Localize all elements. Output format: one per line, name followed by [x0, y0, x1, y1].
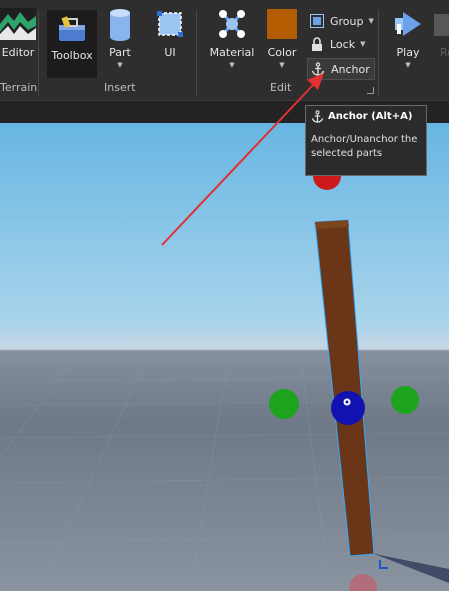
lock-button[interactable]: Lock ▼	[310, 37, 365, 51]
lock-icon	[310, 37, 324, 51]
scene	[0, 162, 449, 591]
tooltip: Anchor (Alt+A) Anchor/Unanchor the selec…	[305, 105, 427, 176]
chevron-down-icon[interactable]: ▼	[229, 61, 234, 69]
terrain-editor-label: Editor	[1, 46, 35, 59]
chevron-down-icon[interactable]: ▼	[279, 61, 284, 69]
tooltip-title: Anchor (Alt+A)	[328, 111, 413, 122]
chevron-down-icon[interactable]: ▼	[360, 40, 365, 48]
play-icon	[393, 8, 423, 40]
ui-label: UI	[164, 46, 176, 59]
resume-label: Re	[440, 46, 449, 59]
selected-part[interactable]	[314, 219, 375, 557]
ui-button[interactable]: UI	[154, 8, 186, 59]
chevron-down-icon[interactable]: ▼	[117, 61, 122, 69]
move-handle-red[interactable]	[349, 574, 377, 591]
separator	[378, 10, 379, 96]
group-icon	[310, 14, 324, 28]
color-button[interactable]: Color ▼	[265, 8, 299, 69]
group-label-edit: Edit	[270, 81, 292, 94]
chevron-down-icon[interactable]: ▼	[405, 61, 410, 69]
move-handle-green[interactable]	[269, 389, 299, 419]
part-button[interactable]: Part ▼	[103, 8, 137, 69]
terrain-icon	[0, 8, 36, 40]
toolbox-button[interactable]: Toolbox	[47, 10, 97, 78]
3d-viewport[interactable]	[0, 123, 449, 591]
play-button[interactable]: Play ▼	[390, 8, 426, 69]
selection-corner-marker	[379, 560, 388, 569]
resume-icon	[432, 8, 449, 40]
part-label: Part	[109, 46, 131, 59]
group-expand-icon[interactable]	[367, 87, 374, 94]
resume-button[interactable]: Re	[432, 8, 449, 59]
lock-label: Lock	[330, 37, 356, 51]
play-label: Play	[396, 46, 420, 59]
cylinder-part-icon	[105, 8, 135, 41]
material-button[interactable]: Material ▼	[210, 8, 254, 69]
baseplate-grid	[0, 350, 449, 591]
material-label: Material	[209, 46, 255, 59]
chevron-down-icon[interactable]: ▼	[369, 17, 374, 25]
terrain-editor-button[interactable]: Editor	[0, 8, 38, 59]
anchor-icon	[311, 110, 324, 123]
toolbox-label: Toolbox	[51, 49, 93, 62]
group-button[interactable]: Group ▼	[310, 14, 374, 28]
anchor-icon	[311, 62, 325, 76]
color-swatch-icon	[267, 8, 297, 40]
anchor-label: Anchor	[331, 62, 370, 76]
ui-frame-icon	[155, 8, 185, 40]
tooltip-description-line1: Anchor/Unanchor the	[311, 134, 418, 145]
group-label-insert: Insert	[104, 81, 136, 94]
toolbox-icon	[57, 15, 87, 47]
separator	[196, 10, 197, 96]
ribbon-toolbar: Editor Terrain Toolbox Part ▼ UI Insert …	[0, 0, 449, 100]
move-handle-green[interactable]	[391, 386, 419, 414]
color-label: Color	[267, 46, 297, 59]
group-label-terrain: Terrain	[0, 81, 38, 94]
material-icon	[217, 8, 247, 40]
separator	[38, 10, 39, 96]
move-handle-blue[interactable]	[331, 391, 365, 425]
group-label: Group	[330, 14, 364, 28]
anchor-button[interactable]: Anchor	[307, 58, 375, 80]
tooltip-description-line2: selected parts	[311, 148, 383, 159]
